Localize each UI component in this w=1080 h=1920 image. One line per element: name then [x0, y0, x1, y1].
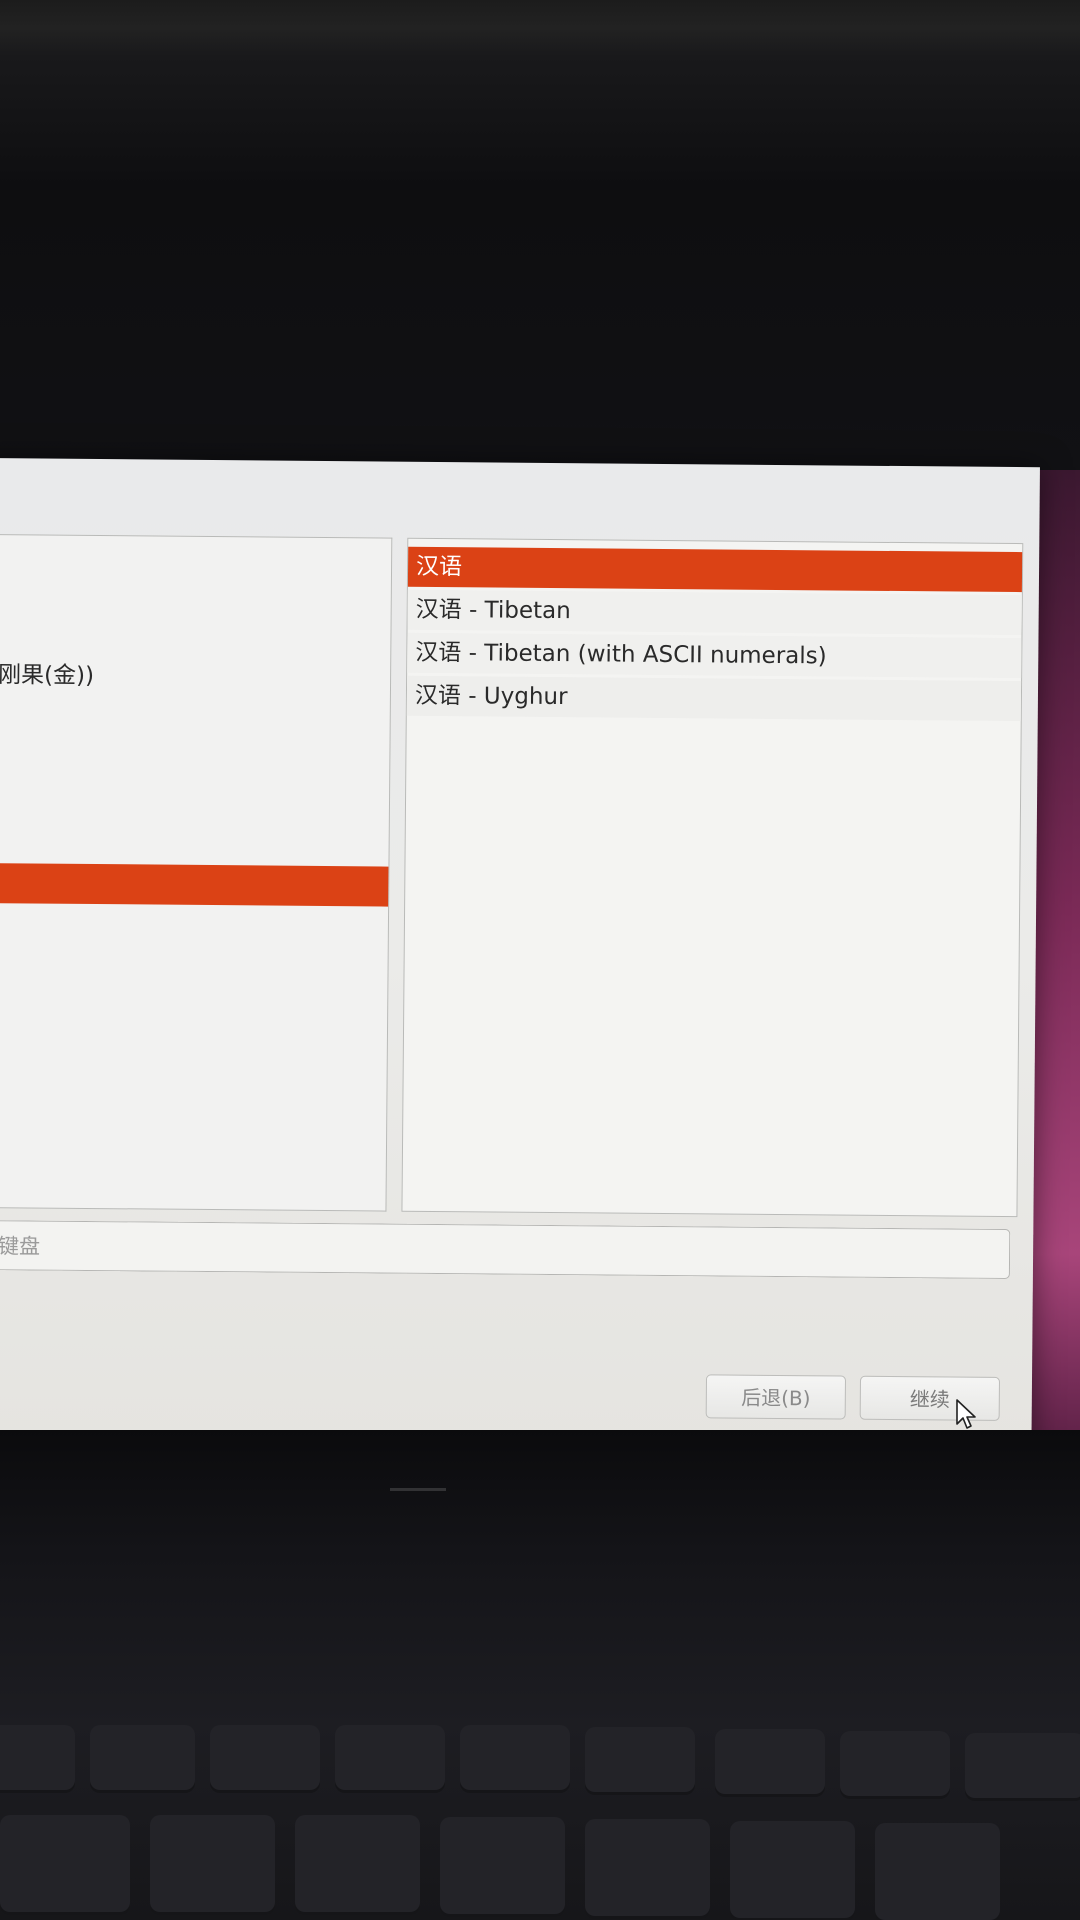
keyboard-variant-list[interactable]: 汉语 汉语 - Tibetan 汉语 - Tibetan (with ASCII…: [401, 537, 1024, 1218]
keyboard-key: [90, 1725, 195, 1793]
keyboard-test-input[interactable]: [0, 1220, 1010, 1279]
keyboard-key: [150, 1815, 275, 1915]
list-item[interactable]: 西): [0, 1020, 387, 1064]
keyboard-key: [965, 1733, 1080, 1801]
back-button-label: 后退(B): [741, 1385, 811, 1411]
back-button[interactable]: 后退(B): [705, 1374, 847, 1420]
list-item-selected[interactable]: [0, 862, 389, 907]
variant-item-label: 汉语 - Tibetan: [415, 596, 571, 625]
photo-frame: 刚果(金)) 西) 汉语 汉语 - Tibetan 汉语 - Tibetan (…: [0, 0, 1080, 1920]
variant-item-label: 汉语: [415, 553, 463, 581]
list-item-label: 刚果(金)): [0, 662, 95, 690]
keyboard-language-list[interactable]: 刚果(金)) 西): [0, 533, 393, 1212]
keyboard-key: [585, 1819, 710, 1919]
keyboard-key: [440, 1817, 565, 1917]
variant-item[interactable]: 汉语 - Tibetan (with ASCII numerals): [407, 632, 1022, 679]
keyboard-key: [875, 1823, 1000, 1920]
keyboard-key: [730, 1821, 855, 1920]
keyboard-key: [335, 1725, 445, 1793]
mouse-pointer-icon: [956, 1399, 976, 1429]
keyboard-key: [210, 1725, 320, 1793]
keyboard-key: [460, 1725, 570, 1793]
variant-item-label: 汉语 - Uyghur: [414, 682, 568, 711]
hinge-glare: [390, 1488, 446, 1491]
keyboard-layout-dialog: 刚果(金)) 西) 汉语 汉语 - Tibetan 汉语 - Tibetan (…: [0, 458, 1040, 1458]
continue-button-label: 继续: [909, 1387, 950, 1412]
keyboard-key: [295, 1815, 420, 1915]
keyboard-key: [0, 1725, 75, 1793]
keyboard-key: [0, 1815, 130, 1915]
variant-item[interactable]: 汉语 - Uyghur: [406, 675, 1022, 722]
keyboard-key: [840, 1731, 950, 1799]
laptop-keyboard: [0, 1725, 1080, 1920]
keyboard-test-field[interactable]: [0, 1219, 1011, 1280]
keyboard-key: [585, 1727, 695, 1795]
variant-item-selected[interactable]: 汉语: [407, 546, 1023, 593]
keyboard-key: [715, 1729, 825, 1797]
variant-item-label: 汉语 - Tibetan (with ASCII numerals): [415, 639, 827, 670]
monitor-bezel-top: [0, 0, 1080, 470]
list-item[interactable]: 刚果(金)): [0, 655, 390, 699]
variant-item[interactable]: 汉语 - Tibetan: [407, 589, 1022, 636]
